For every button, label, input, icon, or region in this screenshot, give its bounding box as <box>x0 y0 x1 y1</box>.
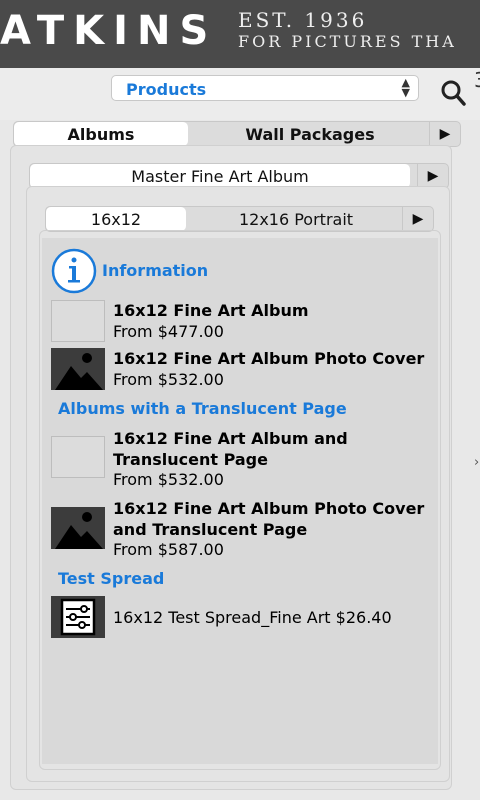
tab-scroll-right-icon[interactable]: ▶ <box>429 122 460 146</box>
album-thumbnail <box>51 436 105 478</box>
item-name-line1: 16x12 Fine Art Album and <box>113 429 348 448</box>
tab3-scroll-right-icon[interactable]: ▶ <box>402 207 433 231</box>
scroll-edge-icon: › <box>474 455 480 470</box>
tab-albums[interactable]: Albums <box>14 122 188 146</box>
tab-master-fine-art-album-label: Master Fine Art Album <box>131 166 309 186</box>
list-item[interactable]: 16x12 Fine Art Album and Translucent Pag… <box>51 428 461 492</box>
tab-wall-packages-label: Wall Packages <box>245 124 375 144</box>
search-icon[interactable] <box>440 78 466 106</box>
item-name: 16x12 Fine Art Album Photo Cover <box>113 349 425 368</box>
section-heading: Albums with a Translucent Page <box>58 399 347 418</box>
item-price: From $587.00 <box>113 540 224 559</box>
item-name: 16x12 Fine Art Album <box>113 301 309 320</box>
information-link[interactable]: Information <box>102 261 208 280</box>
tab-12x16-portrait-label: 12x16 Portrait <box>238 209 354 229</box>
item-price: From $477.00 <box>113 322 224 341</box>
tabbar-sizes: 16x12 12x16 Portrait ▶ <box>45 206 434 232</box>
item-name-line2: and Translucent Page <box>113 520 308 539</box>
item-name-line1: 16x12 Fine Art Album Photo Cover <box>113 499 425 518</box>
dropdown-arrows-icon: ▲ ▼ <box>401 76 410 99</box>
info-icon[interactable] <box>51 248 97 294</box>
tab-wall-packages[interactable]: Wall Packages <box>188 122 432 146</box>
image-placeholder-icon <box>51 348 105 390</box>
list-item[interactable]: 16x12 Test Spread_Fine Art $26.40 <box>51 596 461 640</box>
tabbar-categories: Albums Wall Packages ▶ <box>13 121 461 147</box>
image-placeholder-icon <box>51 507 105 549</box>
sliders-icon <box>51 596 105 638</box>
tab-albums-label: Albums <box>67 124 135 144</box>
list-item[interactable]: 16x12 Fine Art Album Photo Cover From $5… <box>51 348 461 392</box>
dropdown-selected-value: Products <box>126 80 207 99</box>
products-dropdown[interactable]: Products ▲ ▼ <box>111 75 419 101</box>
item-price: From $532.00 <box>113 470 224 489</box>
tagline-slogan: FOR PICTURES THA <box>238 32 457 51</box>
header-banner: ATKINS EST. 1936 FOR PICTURES THA <box>0 0 480 68</box>
tab2-scroll-right-icon[interactable]: ▶ <box>417 164 448 188</box>
album-thumbnail <box>51 300 105 342</box>
list-item[interactable]: 16x12 Fine Art Album From $477.00 <box>51 300 461 344</box>
tab-16x12-label: 16x12 <box>90 209 142 229</box>
brand-logo: ATKINS <box>0 8 218 54</box>
item-label: 16x12 Test Spread_Fine Art $26.40 <box>113 608 392 627</box>
tab-master-fine-art-album[interactable]: Master Fine Art Album <box>30 164 410 188</box>
edge-glyph-icon: 3 <box>474 68 480 92</box>
tagline-established: EST. 1936 <box>238 8 368 32</box>
tab-12x16-portrait[interactable]: 12x16 Portrait <box>186 207 406 231</box>
item-price: From $532.00 <box>113 370 224 389</box>
section-heading: Test Spread <box>58 569 165 588</box>
tab-16x12[interactable]: 16x12 <box>46 207 186 231</box>
list-item[interactable]: 16x12 Fine Art Album Photo Cover and Tra… <box>51 498 461 562</box>
item-name-line2: Translucent Page <box>113 450 268 469</box>
